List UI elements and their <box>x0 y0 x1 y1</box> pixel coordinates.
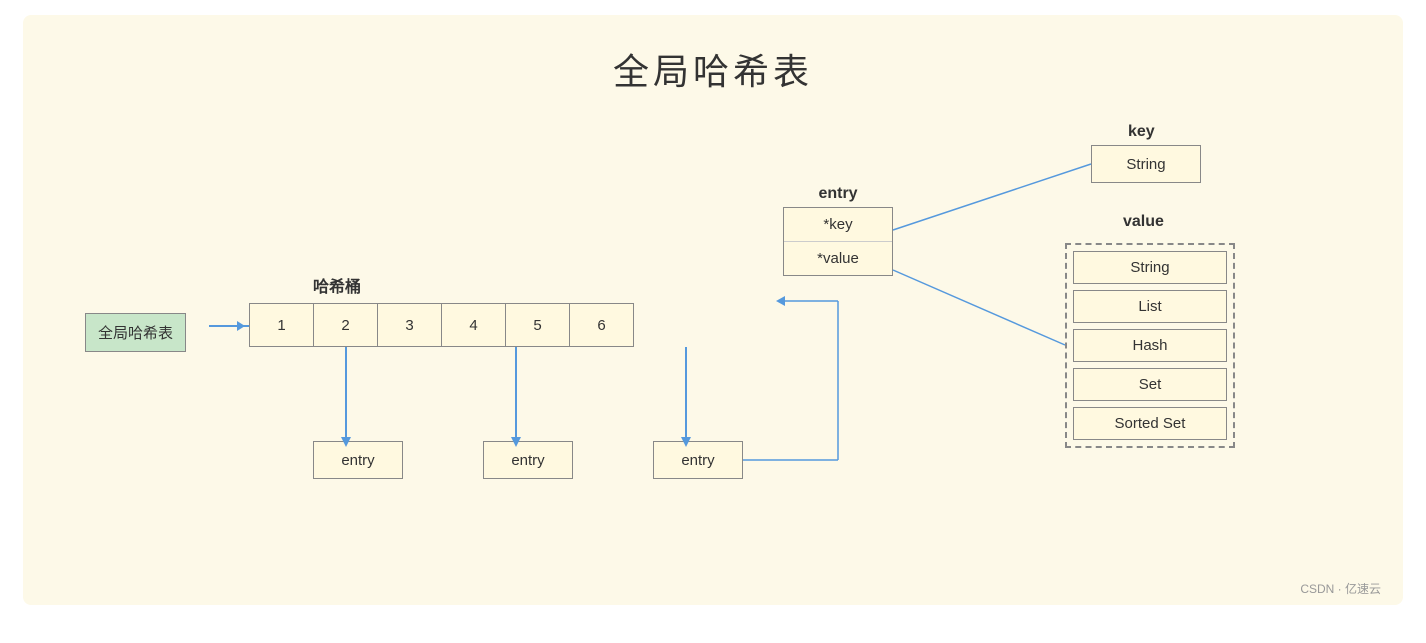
global-ht-box: 全局哈希表 <box>85 313 186 352</box>
bucket-label: 哈希桶 <box>313 273 361 297</box>
bucket-3: 3 <box>377 303 442 347</box>
entry-value-row: *value <box>784 242 892 275</box>
entry-box-3: entry <box>653 441 743 479</box>
bucket-2: 2 <box>313 303 378 347</box>
page-title: 全局哈希表 <box>23 15 1403 95</box>
entry-detail-box: *key *value <box>783 207 893 276</box>
value-label: value <box>1123 213 1164 231</box>
bucket-4: 4 <box>441 303 506 347</box>
footer: CSDN · 亿速云 <box>1300 580 1381 597</box>
entry-detail: entry *key *value <box>783 185 893 276</box>
key-string-box: String <box>1091 145 1201 183</box>
value-hash: Hash <box>1073 329 1227 362</box>
buckets-row: 1 2 3 4 5 6 <box>249 303 633 347</box>
value-dashed-box: String List Hash Set Sorted Set <box>1065 243 1235 448</box>
entry-box-1: entry <box>313 441 403 479</box>
entry-detail-label: entry <box>783 185 893 203</box>
bucket-6: 6 <box>569 303 634 347</box>
bucket-5: 5 <box>505 303 570 347</box>
main-diagram: 全局哈希表 全局哈希表 哈希桶 1 2 3 4 5 6 entry entry … <box>23 15 1403 605</box>
value-sorted-set: Sorted Set <box>1073 407 1227 440</box>
value-list: List <box>1073 290 1227 323</box>
arrow-to-buckets <box>209 325 249 327</box>
entry-box-2: entry <box>483 441 573 479</box>
value-set: Set <box>1073 368 1227 401</box>
bucket-1: 1 <box>249 303 314 347</box>
entry-key-row: *key <box>784 208 892 242</box>
key-label: key <box>1128 123 1155 141</box>
value-string: String <box>1073 251 1227 284</box>
footer-text: CSDN · 亿速云 <box>1300 580 1381 597</box>
